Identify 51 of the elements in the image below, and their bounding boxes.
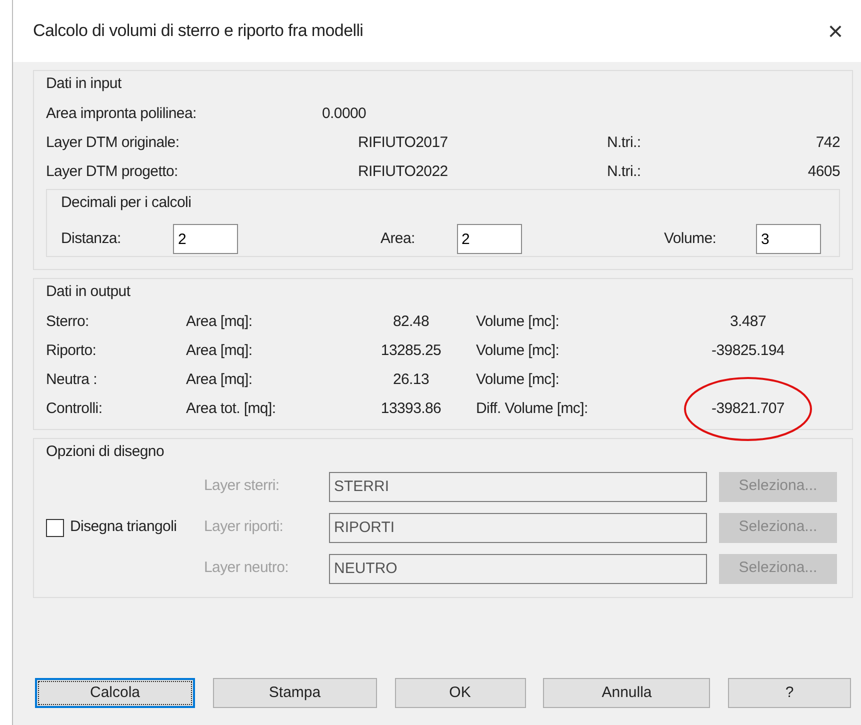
field-label: Volume [mc]:: [476, 312, 560, 332]
number-input-field[interactable]: 2: [456, 224, 522, 254]
field-label: Layer DTM originale:: [46, 132, 180, 153]
field-value: -39821.707: [712, 400, 784, 417]
field-value: 13285.25: [380, 340, 442, 361]
field-label: Area tot. [mq]:: [186, 398, 277, 419]
row-label: Riporto:: [46, 340, 98, 361]
field-value: RIFIUTO2017: [357, 132, 449, 153]
field-label: Area impronta polilinea:: [46, 104, 198, 124]
field-value: 3.487: [730, 312, 766, 330]
field-value: 742: [816, 132, 840, 153]
field-label: Layer riporti:: [204, 517, 284, 538]
field-label: Volume [mc]:: [476, 340, 560, 361]
field-label: N.tri.:: [607, 162, 642, 182]
field-label: Area [mq]:: [186, 370, 254, 390]
row-label: Sterro:: [46, 312, 90, 332]
dialog-button[interactable]: ?: [728, 678, 851, 708]
field-label: Area [mq]:: [186, 312, 254, 332]
field-value: 26.13: [392, 370, 430, 390]
window-title: Calcolo di volumi di sterro e riporto fra modelli: [33, 20, 364, 42]
field-label: Layer neutro:: [204, 558, 290, 578]
field-value: 4605: [808, 162, 840, 182]
row-label: Neutra :: [46, 370, 98, 390]
number-input-field[interactable]: 3: [756, 224, 821, 254]
group-title: Decimali per i calcoli: [61, 192, 192, 212]
field-value: -39825.194: [712, 342, 784, 359]
field-value: RIFIUTO2022: [357, 162, 449, 182]
field-label: Layer sterri:: [204, 476, 280, 496]
group-title: Opzioni di disegno: [46, 442, 164, 462]
group-title: Dati in input: [46, 74, 122, 94]
group-title: Dati in output: [46, 282, 130, 302]
dialog-button[interactable]: Calcola: [35, 678, 195, 708]
dialog-button[interactable]: OK: [394, 678, 526, 708]
field-value: 82.48: [392, 312, 430, 332]
field-label: Layer DTM progetto:: [46, 162, 179, 182]
dialog-button[interactable]: Stampa: [212, 678, 377, 708]
checkbox-label: Disegna triangoli: [70, 517, 177, 538]
field-label: Area:: [380, 228, 416, 249]
field-value: 13393.86: [380, 398, 442, 419]
field-value: 0.0000: [322, 104, 368, 124]
dialog-button[interactable]: Annulla: [543, 678, 710, 708]
checkbox[interactable]: [46, 518, 64, 536]
close-button[interactable]: ×: [824, 18, 847, 44]
row-label: Controlli:: [46, 398, 104, 419]
field-label: N.tri.:: [607, 132, 642, 153]
field-label: Distanza:: [61, 228, 122, 249]
field-label: Diff. Volume [mc]:: [476, 398, 589, 419]
field-label: Volume:: [664, 228, 718, 249]
field-label: Area [mq]:: [186, 340, 254, 361]
number-input-field[interactable]: 2: [173, 224, 238, 254]
field-label: Volume [mc]:: [476, 370, 560, 390]
